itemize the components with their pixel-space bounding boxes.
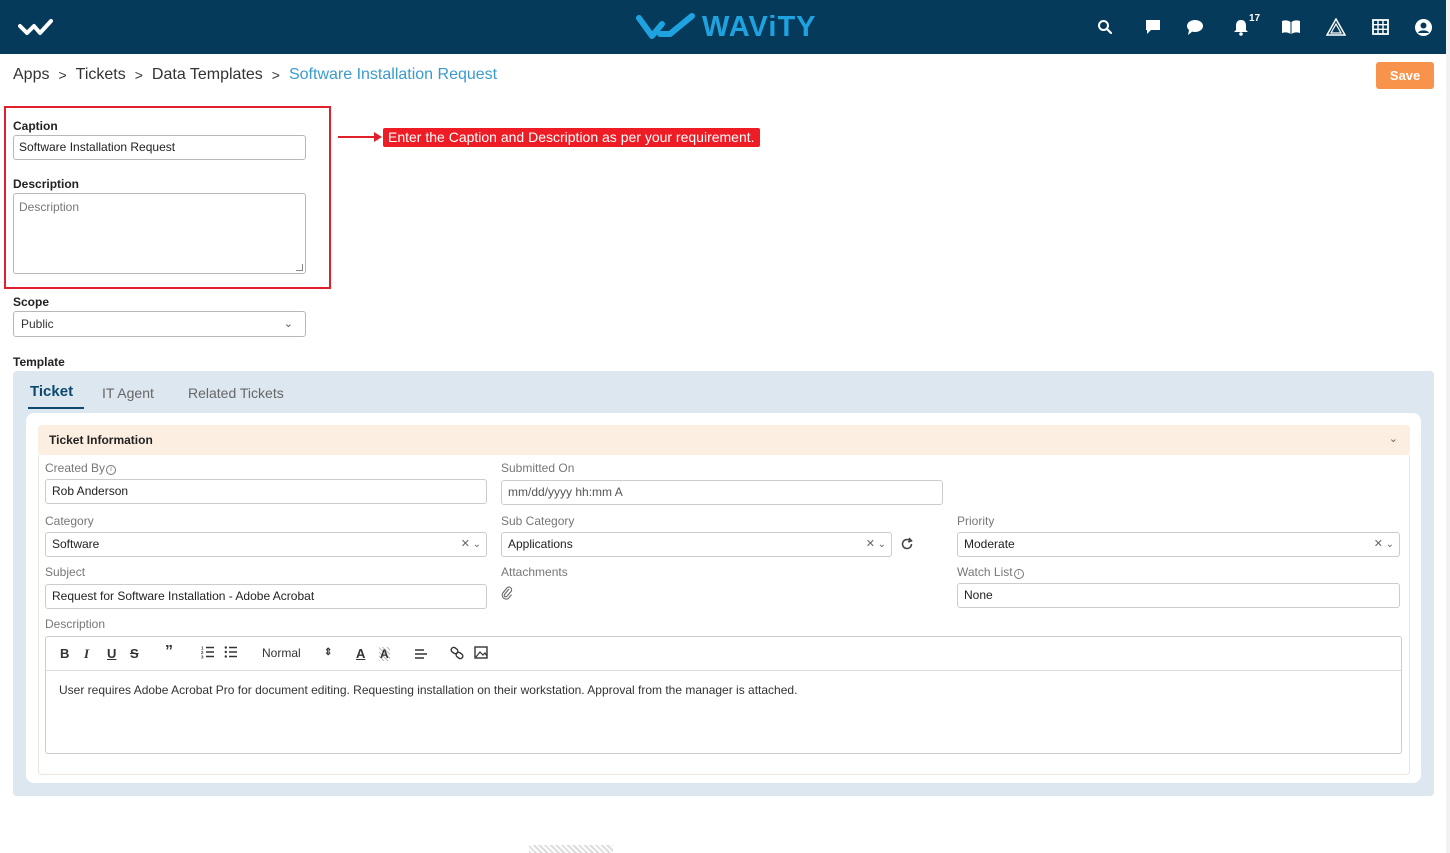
- scroll-hint: [529, 845, 613, 853]
- sub-category-select[interactable]: Applications ✕ ⌄: [501, 532, 892, 557]
- bold-icon[interactable]: B: [60, 646, 69, 661]
- scope-label: Scope: [13, 295, 50, 309]
- section-title: Ticket Information: [49, 433, 153, 447]
- blockquote-icon[interactable]: ”: [165, 643, 173, 661]
- strikethrough-icon[interactable]: S: [130, 646, 139, 661]
- link-icon[interactable]: [450, 646, 464, 663]
- breadcrumb-separator: >: [134, 67, 143, 83]
- watch-list-input[interactable]: None: [957, 583, 1400, 608]
- top-navbar: WAViTY 17: [0, 0, 1446, 54]
- breadcrumb-item-data-templates[interactable]: Data Templates: [152, 66, 263, 84]
- chevron-down-icon[interactable]: ⌄: [1389, 432, 1398, 445]
- save-button[interactable]: Save: [1376, 62, 1434, 89]
- breadcrumb-item-apps[interactable]: Apps: [13, 66, 49, 84]
- ordered-list-icon[interactable]: 123: [201, 645, 215, 662]
- image-icon[interactable]: [474, 646, 488, 662]
- chat-square-icon[interactable]: [1142, 16, 1164, 38]
- chevron-down-icon: ⌄: [283, 318, 293, 330]
- chevron-down-icon[interactable]: ⌄: [878, 533, 886, 556]
- paperclip-icon[interactable]: [501, 586, 513, 600]
- description-textarea[interactable]: Description: [13, 193, 306, 274]
- watch-list-label: Watch List i: [957, 565, 1024, 579]
- priority-label: Priority: [957, 514, 995, 528]
- breadcrumb-item-tickets[interactable]: Tickets: [76, 66, 126, 84]
- search-icon[interactable]: [1094, 16, 1116, 38]
- resize-handle[interactable]: [296, 264, 303, 271]
- template-label: Template: [13, 355, 65, 369]
- category-select[interactable]: Software ✕ ⌄: [45, 532, 487, 557]
- ticket-description-label: Description: [45, 617, 106, 631]
- submitted-on-label: Submitted On: [501, 461, 575, 475]
- format-selected-value: Normal: [262, 646, 301, 660]
- submitted-on-input[interactable]: mm/dd/yyyy hh:mm A: [501, 480, 943, 505]
- sub-category-label: Sub Category: [501, 514, 575, 528]
- tab-related-tickets[interactable]: Related Tickets: [188, 385, 284, 401]
- grid-icon[interactable]: [1369, 16, 1391, 38]
- notification-count-badge: 17: [1249, 13, 1261, 24]
- subject-input[interactable]: Request for Software Installation - Adob…: [45, 584, 487, 609]
- clear-icon[interactable]: ✕: [1374, 533, 1383, 556]
- annotation-callout: Enter the Caption and Description as per…: [383, 128, 760, 147]
- created-by-label-text: Created By: [45, 461, 106, 475]
- align-icon[interactable]: [414, 646, 428, 663]
- active-tab-indicator: [28, 407, 84, 409]
- chevron-down-icon[interactable]: ⌄: [473, 533, 481, 556]
- editor-toolbar: B I U S ” 123 Normal ⇕ A A: [46, 637, 1401, 671]
- description-label: Description: [13, 177, 80, 191]
- subject-label: Subject: [45, 565, 86, 579]
- user-icon[interactable]: [1412, 16, 1434, 38]
- watch-list-label-text: Watch List: [957, 565, 1013, 579]
- ticket-information-header[interactable]: Ticket Information ⌄: [38, 425, 1410, 455]
- sub-category-selected-value: Applications: [508, 537, 573, 551]
- underline-icon[interactable]: U: [107, 646, 116, 661]
- svg-text:3: 3: [201, 655, 204, 660]
- rich-text-editor: B I U S ” 123 Normal ⇕ A A User requires…: [45, 636, 1402, 754]
- updown-arrows-icon[interactable]: ⇕: [324, 647, 332, 658]
- window-edge: [1446, 0, 1450, 853]
- breadcrumb-separator: >: [58, 67, 67, 83]
- tab-it-agent[interactable]: IT Agent: [102, 385, 154, 401]
- category-label: Category: [45, 514, 94, 528]
- caption-input[interactable]: Software Installation Request: [13, 135, 306, 160]
- description-placeholder: Description: [19, 200, 80, 214]
- priority-select[interactable]: Moderate ✕ ⌄: [957, 532, 1400, 557]
- format-select[interactable]: Normal: [262, 646, 301, 660]
- breadcrumb-separator: >: [271, 67, 280, 83]
- breadcrumb: Apps > Tickets > Data Templates > Softwa…: [13, 66, 497, 84]
- annotation-arrow: [338, 132, 382, 142]
- info-icon[interactable]: i: [1013, 569, 1024, 579]
- tab-ticket[interactable]: Ticket: [30, 383, 73, 400]
- editor-content[interactable]: User requires Adobe Acrobat Pro for docu…: [59, 683, 797, 697]
- breadcrumb-current: Software Installation Request: [288, 66, 498, 83]
- background-color-icon[interactable]: A: [379, 647, 390, 661]
- scope-select[interactable]: Public ⌄: [13, 311, 306, 337]
- created-by-input[interactable]: Rob Anderson: [45, 479, 487, 504]
- created-by-label: Created By i: [45, 461, 117, 475]
- caption-label: Caption: [13, 119, 58, 133]
- priority-selected-value: Moderate: [964, 537, 1015, 551]
- chevron-down-icon[interactable]: ⌄: [1386, 533, 1394, 556]
- info-icon[interactable]: i: [106, 465, 117, 475]
- clear-icon[interactable]: ✕: [461, 533, 470, 556]
- text-color-icon[interactable]: A: [356, 646, 365, 661]
- clear-icon[interactable]: ✕: [866, 533, 875, 556]
- triangle-logo-icon[interactable]: [1325, 16, 1347, 38]
- category-selected-value: Software: [52, 537, 100, 551]
- book-icon[interactable]: [1280, 16, 1302, 38]
- refresh-icon[interactable]: [900, 537, 914, 551]
- chat-bubble-icon[interactable]: [1184, 16, 1206, 38]
- italic-icon[interactable]: I: [84, 646, 89, 662]
- bullet-list-icon[interactable]: [224, 645, 238, 662]
- attachments-label: Attachments: [501, 565, 568, 579]
- scope-selected-value: Public: [21, 317, 54, 331]
